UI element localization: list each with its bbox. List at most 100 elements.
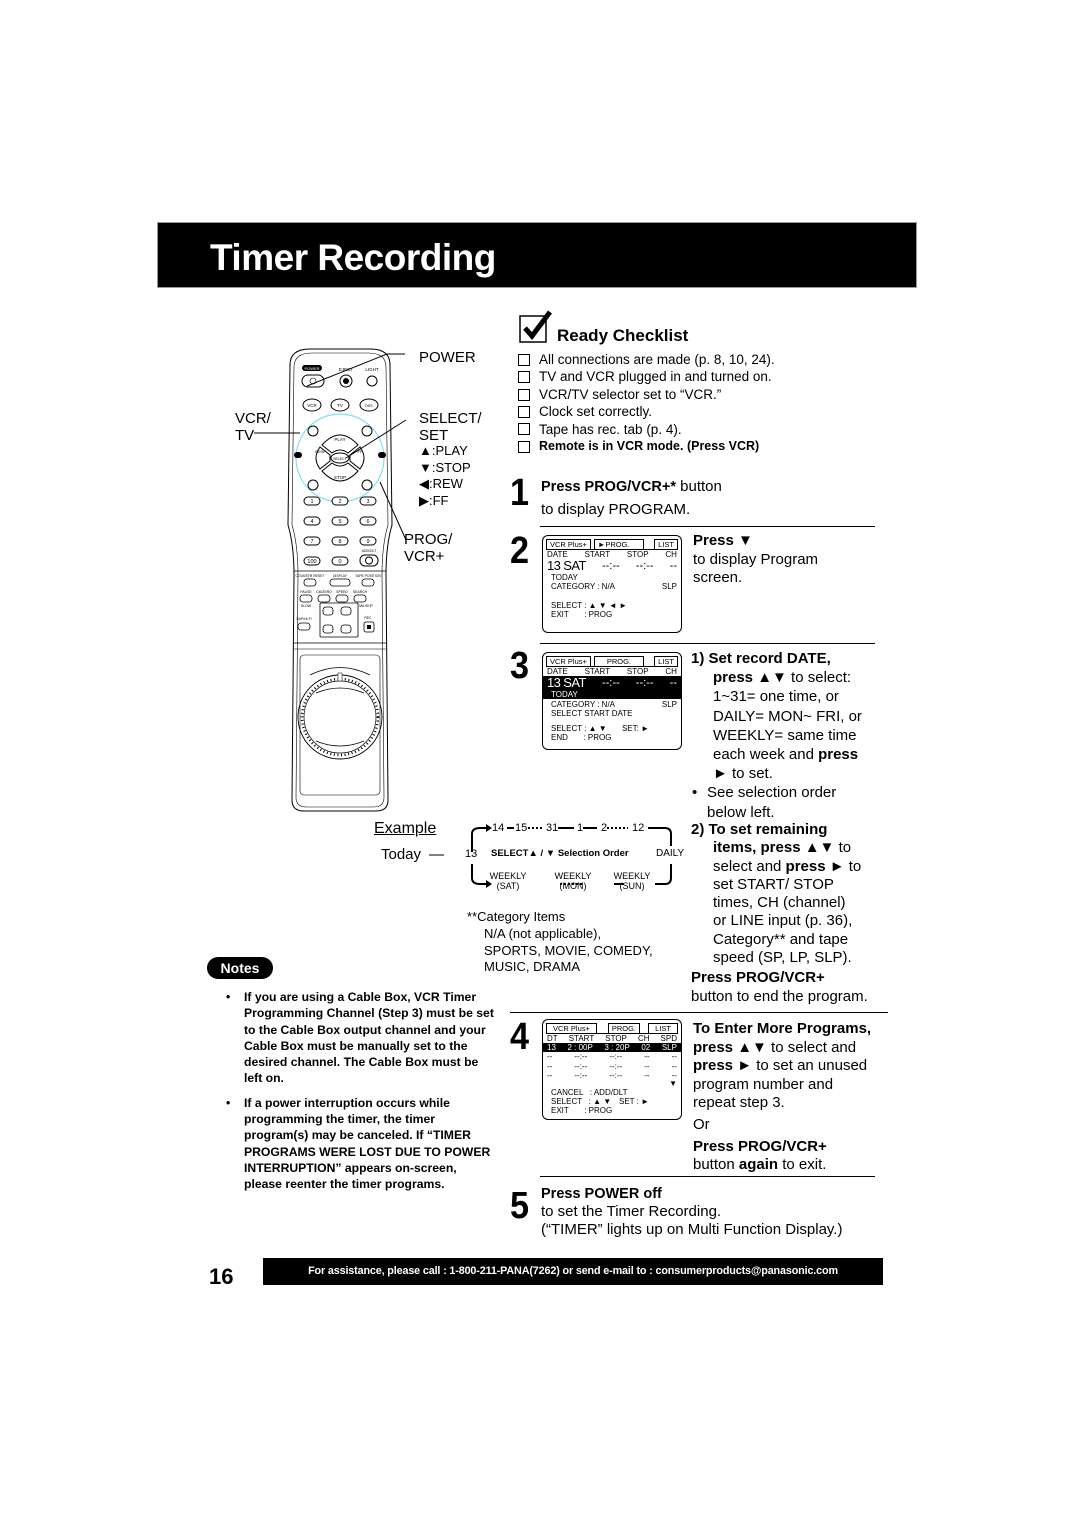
weekly-day: (MON): [559, 881, 587, 891]
s3p2-to2: to: [844, 857, 862, 875]
s4-line2-rest: to select and: [766, 1038, 857, 1056]
s5-bold: Press POWER off: [541, 1186, 662, 1202]
osd-exit-hint: EXIT : PROG: [551, 1106, 613, 1116]
s4-line7b: again: [738, 1156, 779, 1174]
s3-press-updown: press ▲▼: [713, 669, 787, 687]
osd-end-hint: END : PROG: [551, 732, 612, 742]
osd-set-date-screen: VCR Plus+ PROG. LIST DATE START STOP CH …: [542, 652, 682, 750]
osd-select-hint: SELECT : ▲ ▼: [551, 723, 607, 733]
s4-line7a: button: [693, 1156, 739, 1174]
s3-line4: DAILY= MON~ FRI, or: [713, 707, 862, 725]
osd-select-hint: SELECT : ▲ ▼ ◄ ►: [551, 600, 627, 610]
seq-daily: DAILY: [656, 848, 685, 859]
osd-program-list-screen: VCR Plus+ PROG. LIST DT START STOP CH SP…: [542, 1019, 682, 1120]
cell: --:--: [574, 1052, 588, 1062]
weekly-label: WEEKLY: [554, 871, 592, 881]
title-banner: Timer Recording: [157, 222, 917, 288]
step-2-bold: Press ▼: [693, 532, 753, 549]
checkbox-icon: [518, 371, 530, 384]
step-2-line3: screen.: [693, 569, 743, 586]
legend-play: :PLAY: [431, 443, 468, 458]
s3p2-press-right: press ►: [785, 857, 845, 875]
checklist-item: Clock set correctly.: [518, 403, 898, 420]
s3-end-bold: Press PROG/VCR+: [691, 969, 825, 987]
cell: 3 : 20P: [604, 1043, 630, 1053]
weekly-day: (SAT): [496, 881, 520, 891]
category-line: MUSIC, DRAMA: [484, 959, 581, 975]
weekly-day: (SUN): [619, 881, 645, 891]
checklist-item: VCR/TV selector set to “VCR.”: [518, 386, 898, 403]
osd-exit-hint: EXIT : PROG: [551, 609, 613, 619]
svg-text:PAUSE: PAUSE: [300, 590, 312, 594]
checklist-text: All connections are made (p. 8, 10, 24).: [539, 352, 775, 367]
osd-start-value: --:--: [601, 677, 620, 690]
step-1-line2: to display PROGRAM.: [541, 500, 691, 518]
notes-badge: Notes: [207, 957, 273, 979]
checklist-item: Remote is in VCR mode. (Press VCR): [518, 438, 898, 455]
cell: SLP: [661, 1043, 677, 1053]
svg-text:TAPE POSITION: TAPE POSITION: [355, 574, 381, 578]
note-item: If you are using a Cable Box, VCR Timer …: [226, 989, 494, 1087]
ready-checklist: All connections are made (p. 8, 10, 24).…: [518, 351, 898, 455]
osd-highlight-block: 13 SAT --:-- --:-- -- TODAY: [543, 676, 681, 700]
note-item: If a power interruption occurs while pro…: [226, 1095, 494, 1193]
s4-line4: program number and: [693, 1075, 834, 1093]
step-number-4: 4: [510, 1016, 530, 1058]
osd-stop-value: --:--: [635, 560, 654, 573]
svg-text:SPEED: SPEED: [336, 590, 348, 594]
osd-set-hint: SET : ►: [619, 1097, 649, 1107]
osd-tab-vcr-plus: VCR Plus+: [546, 656, 591, 666]
osd-today: TODAY: [551, 573, 578, 583]
checklist-text: TV and VCR plugged in and turned on.: [539, 369, 772, 385]
cell: --: [644, 1070, 650, 1080]
step-2-text: Press ▼ to display Program screen.: [693, 532, 818, 588]
seq-weekly-mon: WEEKLY (MON): [553, 871, 593, 891]
osd-tab-list: LIST: [648, 1023, 678, 1033]
osd-header-row: DT START STOP CH SPD: [547, 1034, 677, 1043]
s4-line3-rest: to set an unused: [752, 1057, 868, 1075]
osd-program-row: -- --:-- --:-- -- --: [547, 1071, 677, 1080]
step-3-p1-body: press ▲▼ to select: 1~31= one time, or D…: [691, 668, 862, 783]
category-line: SPORTS, MOVIE, COMEDY,: [484, 942, 653, 958]
osd-col-spd: SPD: [660, 1034, 677, 1043]
osd-col-stop: STOP: [605, 1034, 627, 1043]
dash: —: [429, 846, 445, 863]
legend-rew: :REW: [429, 476, 463, 491]
osd-category: CATEGORY : N/A: [551, 582, 616, 592]
osd-select-row: SELECT : ▲ ▼ SET: ►: [547, 724, 677, 733]
checklist-text: Tape has rec. tab (p. 4).: [539, 421, 682, 437]
divider: [540, 1176, 875, 1177]
cell: --:--: [574, 1061, 588, 1071]
step-number-1: 1: [510, 472, 530, 514]
checkbox-icon: [518, 440, 530, 453]
step-3-bullet: • See selection order below left.: [691, 783, 862, 821]
step-1-rest: button: [676, 478, 722, 495]
osd-select-row: SELECT : ▲ ▼ SET : ►: [547, 1097, 677, 1106]
osd-tab-list: LIST: [654, 656, 678, 666]
label-vcr-tv-line1: VCR/: [235, 410, 271, 427]
osd-tab-prog: PROG.: [593, 656, 645, 666]
seq-item: 2: [601, 822, 608, 834]
osd-col-start: START: [584, 550, 611, 559]
cell: --:--: [574, 1070, 588, 1080]
osd-col-start: START: [568, 1034, 595, 1043]
checklist-item: Tape has rec. tab (p. 4).: [518, 421, 898, 438]
step-3-p1-heading: 1) Set record DATE,: [691, 650, 831, 667]
s3-to-select: to select:: [786, 669, 852, 687]
cell: 13: [547, 1043, 556, 1053]
bullet-line1: See selection order: [707, 784, 837, 802]
left-arrow-icon: ◀: [419, 476, 429, 491]
divider: [540, 526, 875, 527]
osd-date-row: 13 SAT --:-- --:-- --: [547, 559, 677, 573]
scroll-down-icon: ▼: [669, 1079, 677, 1089]
osd-col-dt: DT: [547, 1034, 558, 1043]
cell: --: [671, 1052, 677, 1062]
s5-line3: (“TIMER” lights up on Multi Function Dis…: [541, 1221, 843, 1238]
dpad-legend: ▲:PLAY ▼:STOP ◀:REW ▶:FF: [419, 443, 471, 509]
osd-ch-value: --: [669, 560, 677, 573]
osd-program-row: -- --:-- --:-- -- --: [547, 1052, 677, 1061]
cell: 2 : 00P: [567, 1043, 593, 1053]
osd-stop-value: --:--: [635, 677, 654, 690]
step-1-bold: Press PROG/VCR+*: [541, 479, 676, 495]
step-number-5: 5: [510, 1185, 530, 1227]
